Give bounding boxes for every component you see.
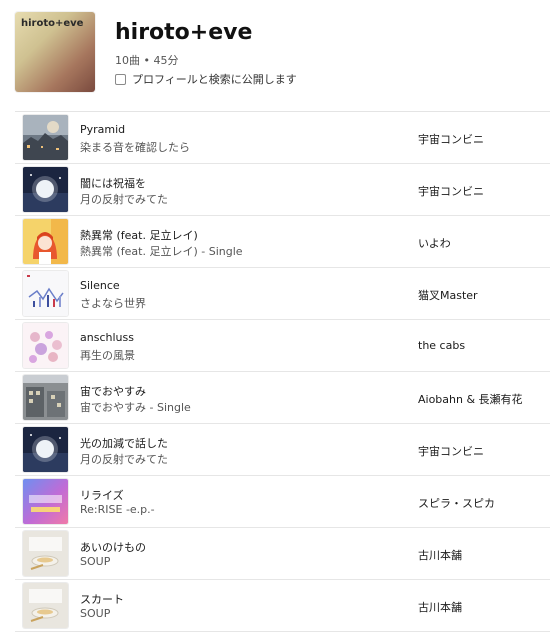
- playlist-header: hiroto+eve hiroto+eve 10曲 • 45分 プロフィールと検…: [0, 0, 550, 112]
- track-artist[interactable]: Aiobahn & 長瀬有花: [418, 391, 523, 407]
- track-album[interactable]: さよなら世界: [80, 295, 146, 311]
- album-art-soup-icon: [23, 583, 68, 628]
- track-artist[interactable]: the cabs: [418, 339, 465, 352]
- track-album[interactable]: 染まる音を確認したら: [80, 139, 190, 155]
- track-row[interactable]: Silence さよなら世界 猫叉Master: [15, 268, 550, 320]
- album-art-moon-icon: [23, 167, 68, 212]
- track-row[interactable]: 宙でおやすみ 宙でおやすみ - Single Aiobahn & 長瀬有花: [15, 372, 550, 424]
- track-album[interactable]: 宙でおやすみ - Single: [80, 399, 191, 415]
- track-title: リライズ: [80, 489, 124, 502]
- track-title: 熱異常 (feat. 足立レイ): [80, 229, 198, 242]
- track-album[interactable]: SOUP: [80, 555, 110, 568]
- track-list: Pyramid 染まる音を確認したら 宇宙コンビニ 闇には祝福を 月の反射でみて…: [15, 112, 550, 632]
- track-title: anschluss: [80, 331, 134, 344]
- album-art-anime-girl-icon: [23, 219, 68, 264]
- playlist-cover-text: hiroto+eve: [21, 18, 84, 29]
- playlist-title: hiroto+eve: [115, 20, 253, 45]
- track-title: あいのけもの: [80, 541, 146, 554]
- track-title: 宙でおやすみ: [80, 385, 146, 398]
- share-label: プロフィールと検索に公開します: [132, 73, 297, 86]
- playlist-meta: 10曲 • 45分: [115, 54, 179, 67]
- track-album[interactable]: SOUP: [80, 607, 110, 620]
- track-row[interactable]: 光の加減で話した 月の反射でみてた 宇宙コンビニ: [15, 424, 550, 476]
- album-art-soup-icon: [23, 531, 68, 576]
- track-artist[interactable]: スピラ・スピカ: [418, 495, 495, 511]
- album-art-scatter-icon: [23, 271, 68, 316]
- album-art-pink-pattern-icon: [23, 323, 68, 368]
- share-checkbox[interactable]: [115, 73, 126, 85]
- track-artist[interactable]: 猫叉Master: [418, 287, 478, 303]
- album-art-moon-icon: [23, 427, 68, 472]
- track-title: Pyramid: [80, 123, 126, 136]
- track-title: スカート: [80, 593, 124, 606]
- share-option[interactable]: プロフィールと検索に公開します: [115, 71, 297, 87]
- track-artist[interactable]: 古川本舗: [418, 547, 462, 563]
- track-row[interactable]: あいのけもの SOUP 古川本舗: [15, 528, 550, 580]
- album-art-blue-pink-icon: [23, 479, 68, 524]
- track-row[interactable]: Pyramid 染まる音を確認したら 宇宙コンビニ: [15, 112, 550, 164]
- album-art-night-city-icon: [23, 115, 68, 160]
- album-art-building-icon: [23, 375, 68, 420]
- playlist-cover[interactable]: hiroto+eve: [15, 12, 95, 92]
- track-artist[interactable]: 宇宙コンビニ: [418, 443, 484, 459]
- track-row[interactable]: スカート SOUP 古川本舗: [15, 580, 550, 632]
- track-album[interactable]: 再生の風景: [80, 347, 135, 363]
- track-row[interactable]: リライズ Re:RISE -e.p.- スピラ・スピカ: [15, 476, 550, 528]
- track-title: 闇には祝福を: [80, 177, 146, 190]
- track-artist[interactable]: 宇宙コンビニ: [418, 131, 484, 147]
- track-artist[interactable]: 宇宙コンビニ: [418, 183, 484, 199]
- track-title: Silence: [80, 279, 120, 292]
- track-album[interactable]: 熱異常 (feat. 足立レイ) - Single: [80, 243, 243, 259]
- track-artist[interactable]: 古川本舗: [418, 599, 462, 615]
- track-row[interactable]: 熱異常 (feat. 足立レイ) 熱異常 (feat. 足立レイ) - Sing…: [15, 216, 550, 268]
- track-row[interactable]: anschluss 再生の風景 the cabs: [15, 320, 550, 372]
- track-artist[interactable]: いよわ: [418, 235, 451, 251]
- track-album[interactable]: Re:RISE -e.p.-: [80, 503, 155, 516]
- track-album[interactable]: 月の反射でみてた: [80, 451, 168, 467]
- track-album[interactable]: 月の反射でみてた: [80, 191, 168, 207]
- track-title: 光の加減で話した: [80, 437, 168, 450]
- track-row[interactable]: 闇には祝福を 月の反射でみてた 宇宙コンビニ: [15, 164, 550, 216]
